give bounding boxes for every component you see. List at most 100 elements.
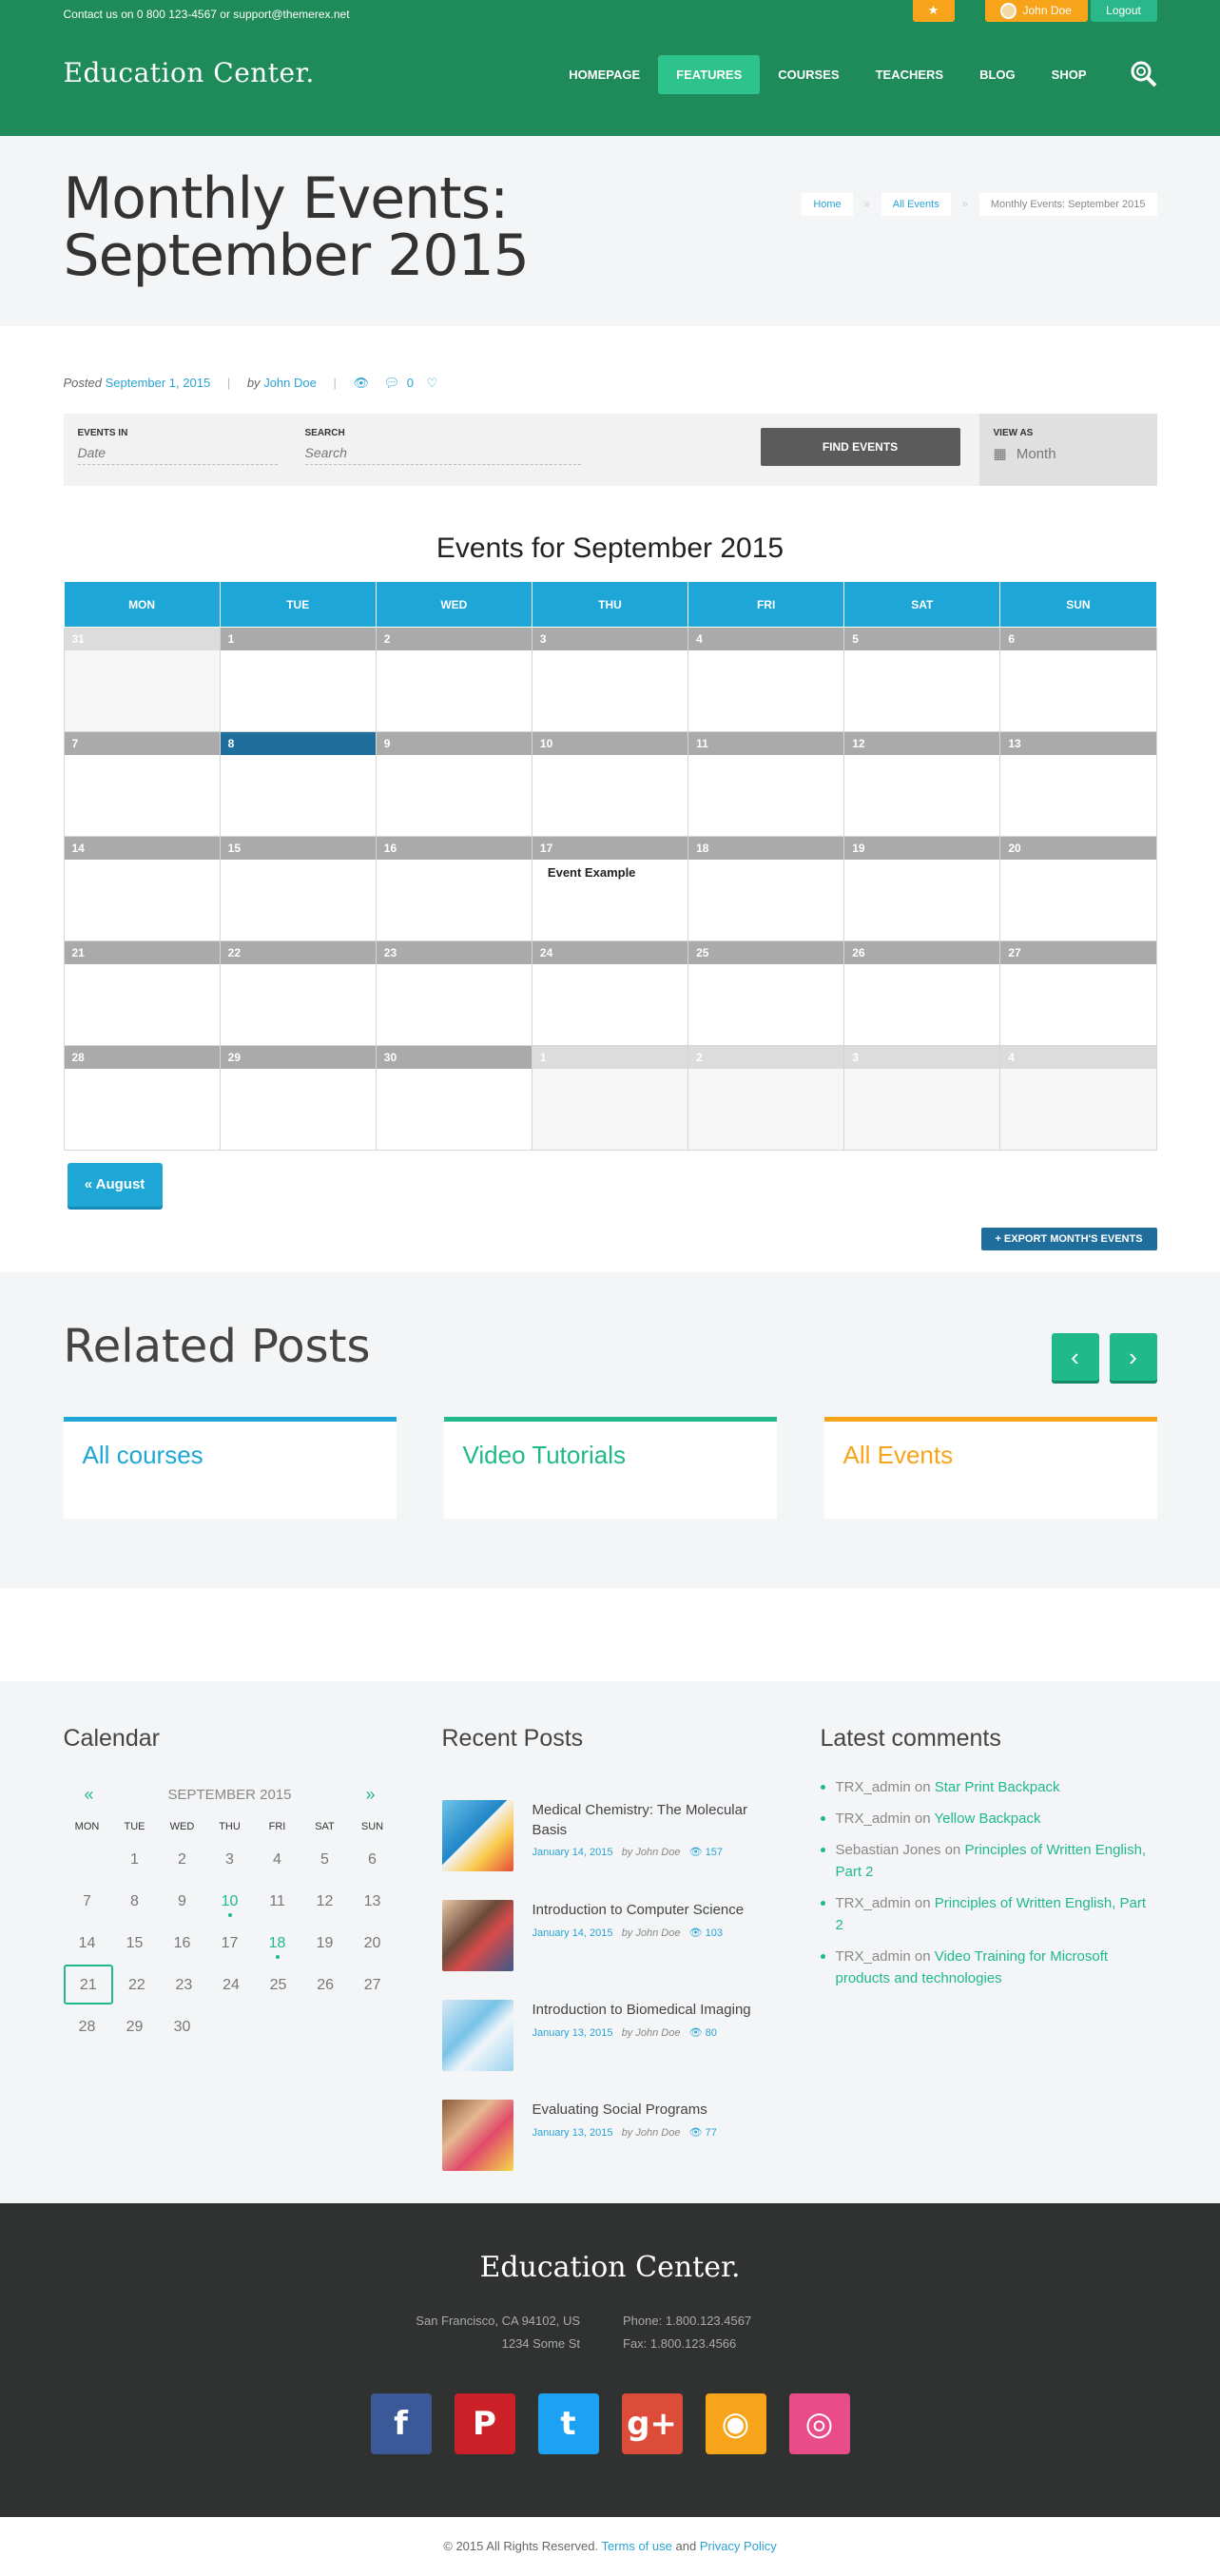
mini-cal-day[interactable]: 6 [349, 1839, 397, 1881]
search-icon[interactable] [1129, 59, 1157, 87]
nav-homepage[interactable]: HOMEPAGE [551, 55, 658, 94]
mini-cal-day[interactable]: 4 [254, 1839, 301, 1881]
mini-cal-day[interactable]: 8 [111, 1881, 159, 1923]
mini-cal-day[interactable]: 25 [255, 1965, 302, 2006]
mini-cal-day[interactable]: 2 [159, 1839, 206, 1881]
comment-icon[interactable]: 💬︎ [384, 376, 400, 390]
calendar-day-cell[interactable]: 20 [999, 836, 1157, 941]
calendar-day-cell[interactable]: 3 [531, 627, 689, 732]
related-card[interactable]: All Events [823, 1417, 1157, 1519]
bookmark-button[interactable]: ★ [912, 0, 955, 22]
calendar-day-cell[interactable]: 27 [999, 940, 1157, 1046]
calendar-day-cell[interactable]: 21 [63, 940, 221, 1046]
find-events-button[interactable]: FIND EVENTS [760, 428, 960, 466]
mini-cal-day[interactable]: 26 [301, 1965, 349, 2006]
post-thumbnail[interactable] [441, 1900, 513, 1971]
related-card[interactable]: All courses [63, 1417, 397, 1519]
recent-post-title[interactable]: Medical Chemistry: The Molecular Basis [533, 1800, 780, 1840]
calendar-day-cell[interactable]: 23 [375, 940, 533, 1046]
nav-blog[interactable]: BLOG [961, 55, 1034, 94]
mini-cal-day[interactable]: 23 [161, 1965, 208, 2006]
mini-cal-day[interactable]: 16 [159, 1923, 206, 1965]
mini-cal-day[interactable]: 29 [111, 2006, 159, 2048]
related-card-label[interactable]: Video Tutorials [463, 1441, 627, 1470]
user-menu-button[interactable]: John Doe [984, 0, 1088, 22]
calendar-day-cell[interactable]: 30 [375, 1045, 533, 1151]
mini-cal-day[interactable]: 19 [301, 1923, 349, 1965]
calendar-day-cell[interactable]: 31 [63, 627, 221, 732]
prev-month-button[interactable]: « August [67, 1163, 163, 1207]
mini-cal-day[interactable]: 14 [64, 1923, 111, 1965]
mini-cal-day[interactable]: 20 [349, 1923, 397, 1965]
comment-post-link[interactable]: Yellow Backpack [934, 1811, 1040, 1827]
calendar-day-cell[interactable]: 22 [219, 940, 377, 1046]
related-card-label[interactable]: All courses [83, 1441, 203, 1470]
terms-link[interactable]: Terms of use [601, 2539, 671, 2553]
calendar-day-cell[interactable]: 11 [687, 731, 845, 837]
mini-cal-day[interactable]: 30 [159, 2006, 206, 2048]
recent-post-date[interactable]: January 14, 2015 [533, 1927, 613, 1939]
mini-cal-day[interactable]: 5 [301, 1839, 349, 1881]
mini-cal-day[interactable]: 17 [206, 1923, 254, 1965]
calendar-day-cell[interactable]: 5 [843, 627, 1001, 732]
calendar-day-cell[interactable]: 15 [219, 836, 377, 941]
calendar-day-cell[interactable]: 1 [219, 627, 377, 732]
nav-teachers[interactable]: TEACHERS [858, 55, 962, 94]
recent-post-author[interactable]: John Doe [635, 2127, 680, 2139]
site-logo[interactable]: Education Center. [64, 57, 315, 88]
mini-cal-day[interactable]: 9 [159, 1881, 206, 1923]
heart-icon[interactable]: ♡ [427, 376, 438, 390]
calendar-day-cell[interactable]: 14 [63, 836, 221, 941]
nav-features[interactable]: FEATURES [658, 55, 761, 94]
mini-cal-day[interactable]: 27 [349, 1965, 397, 2006]
google-plus-icon[interactable]: g+ [621, 2393, 683, 2454]
mini-cal-day[interactable]: 24 [207, 1965, 255, 2006]
calendar-day-cell[interactable]: 24 [531, 940, 689, 1046]
search-input[interactable]: Search [304, 445, 581, 465]
mini-cal-day[interactable]: 7 [64, 1881, 111, 1923]
mini-cal-prev-icon[interactable]: « [85, 1785, 94, 1805]
post-date-link[interactable]: September 1, 2015 [106, 376, 211, 390]
privacy-link[interactable]: Privacy Policy [700, 2539, 777, 2553]
mini-cal-day[interactable]: 28 [64, 2006, 111, 2048]
event-link[interactable]: Event Example [533, 860, 687, 885]
mini-cal-day[interactable]: 12 [301, 1881, 349, 1923]
calendar-day-cell[interactable]: 16 [375, 836, 533, 941]
calendar-day-cell[interactable]: 28 [63, 1045, 221, 1151]
comment-post-link[interactable]: Star Print Backpack [935, 1779, 1060, 1795]
view-as-selector[interactable]: VIEW AS ▦ Month [978, 414, 1157, 486]
calendar-day-cell[interactable]: 7 [63, 731, 221, 837]
dribbble-icon[interactable]: ◎ [788, 2393, 850, 2454]
next-arrow-button[interactable]: › [1109, 1333, 1157, 1381]
calendar-day-cell[interactable]: 2 [687, 1045, 845, 1151]
author-link[interactable]: John Doe [263, 376, 317, 390]
calendar-day-cell[interactable]: 19 [843, 836, 1001, 941]
post-thumbnail[interactable] [441, 1800, 513, 1871]
twitter-icon[interactable]: t [537, 2393, 599, 2454]
recent-post-date[interactable]: January 13, 2015 [533, 2127, 613, 2139]
calendar-day-cell[interactable]: 25 [687, 940, 845, 1046]
recent-post-title[interactable]: Introduction to Computer Science [533, 1900, 780, 1920]
nav-shop[interactable]: SHOP [1034, 55, 1105, 94]
calendar-day-cell[interactable]: 1 [531, 1045, 689, 1151]
calendar-day-cell[interactable]: 2 [375, 627, 533, 732]
prev-arrow-button[interactable]: ‹ [1051, 1333, 1099, 1381]
calendar-day-cell[interactable]: 12 [843, 731, 1001, 837]
calendar-day-cell[interactable]: 29 [219, 1045, 377, 1151]
related-card[interactable]: Video Tutorials [443, 1417, 777, 1519]
date-input[interactable]: Date [77, 445, 278, 465]
footer-logo[interactable]: Education Center. [0, 2251, 1220, 2284]
facebook-icon[interactable]: f [370, 2393, 432, 2454]
calendar-day-cell[interactable]: 13 [999, 731, 1157, 837]
calendar-day-cell[interactable]: 26 [843, 940, 1001, 1046]
recent-post[interactable]: Evaluating Social Programs January 13, 20… [441, 2100, 784, 2176]
pinterest-icon[interactable]: P [454, 2393, 515, 2454]
nav-courses[interactable]: COURSES [760, 55, 857, 94]
mini-cal-day[interactable]: 11 [254, 1881, 301, 1923]
mini-cal-day[interactable]: 3 [206, 1839, 254, 1881]
calendar-day-cell[interactable]: 4 [687, 627, 845, 732]
calendar-day-cell[interactable]: 17 Event Example [531, 836, 689, 941]
recent-post[interactable]: Introduction to Biomedical Imaging Januar… [441, 2000, 784, 2076]
mini-cal-day[interactable]: 13 [349, 1881, 397, 1923]
mini-cal-day[interactable]: 10 [206, 1881, 254, 1923]
